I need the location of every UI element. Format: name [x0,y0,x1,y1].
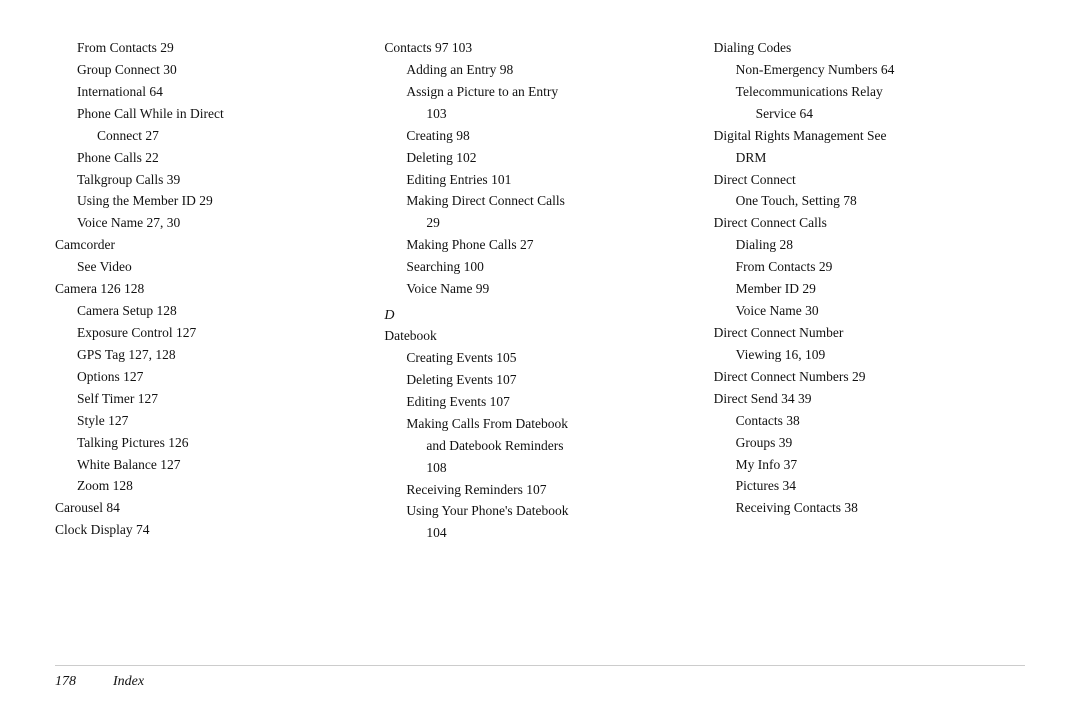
index-entry: 104 [384,523,695,544]
index-entry: Phone Call While in Direct [55,104,366,125]
index-entry: Contacts 38 [714,411,1025,432]
index-entry: Adding an Entry 98 [384,60,695,81]
index-entry: From Contacts 29 [55,38,366,59]
index-entry: Carousel 84 [55,498,366,519]
index-entry: Using Your Phone's Datebook [384,501,695,522]
index-entry: 29 [384,213,695,234]
index-entry: My Info 37 [714,455,1025,476]
index-entry: Direct Connect Numbers 29 [714,367,1025,388]
index-entry: Group Connect 30 [55,60,366,81]
index-entry: Digital Rights Management See [714,126,1025,147]
index-entry: 103 [384,104,695,125]
footer: 178 Index [55,665,1025,690]
index-entry: Voice Name 27, 30 [55,213,366,234]
index-entry: One Touch, Setting 78 [714,191,1025,212]
index-entry: Options 127 [55,367,366,388]
index-entry: Assign a Picture to an Entry [384,82,695,103]
index-entry: Style 127 [55,411,366,432]
index-entry: Telecommunications Relay [714,82,1025,103]
index-entry: Voice Name 99 [384,279,695,300]
index-entry: Deleting Events 107 [384,370,695,391]
index-entry: Making Phone Calls 27 [384,235,695,256]
index-entry: Camera 126 128 [55,279,366,300]
index-entry: Dialing 28 [714,235,1025,256]
index-entry: Exposure Control 127 [55,323,366,344]
index-entry: See Video [55,257,366,278]
index-entry: DRM [714,148,1025,169]
column-2: Contacts 97 103Adding an Entry 98Assign … [384,38,713,655]
index-entry: Using the Member ID 29 [55,191,366,212]
index-entry: International 64 [55,82,366,103]
index-entry: Self Timer 127 [55,389,366,410]
index-entry: Talking Pictures 126 [55,433,366,454]
index-entry: Direct Connect [714,170,1025,191]
index-entry: Receiving Reminders 107 [384,480,695,501]
index-entry: Datebook [384,326,695,347]
column-1: From Contacts 29Group Connect 30Internat… [55,38,384,655]
footer-page-number: 178 [55,674,95,690]
index-entry: Making Direct Connect Calls [384,191,695,212]
index-entry: Creating 98 [384,126,695,147]
index-entry: Camera Setup 128 [55,301,366,322]
page: From Contacts 29Group Connect 30Internat… [0,0,1080,720]
index-entry: Contacts 97 103 [384,38,695,59]
index-entry: Member ID 29 [714,279,1025,300]
column-3: Dialing CodesNon-Emergency Numbers 64Tel… [714,38,1025,655]
index-entry: Searching 100 [384,257,695,278]
index-entry: From Contacts 29 [714,257,1025,278]
section-letter: D [384,308,695,324]
index-entry: and Datebook Reminders [384,436,695,457]
footer-index-label: Index [113,674,144,690]
index-entry: Making Calls From Datebook [384,414,695,435]
index-entry: Direct Connect Number [714,323,1025,344]
content-columns: From Contacts 29Group Connect 30Internat… [55,38,1025,655]
index-entry: Camcorder [55,235,366,256]
index-entry: Clock Display 74 [55,520,366,541]
index-entry: Direct Connect Calls [714,213,1025,234]
index-entry: Pictures 34 [714,476,1025,497]
index-entry: 108 [384,458,695,479]
index-entry: Service 64 [714,104,1025,125]
index-entry: Zoom 128 [55,476,366,497]
index-entry: Deleting 102 [384,148,695,169]
index-entry: Phone Calls 22 [55,148,366,169]
index-entry: Dialing Codes [714,38,1025,59]
index-entry: GPS Tag 127, 128 [55,345,366,366]
index-entry: Viewing 16, 109 [714,345,1025,366]
index-entry: Non-Emergency Numbers 64 [714,60,1025,81]
index-entry: Talkgroup Calls 39 [55,170,366,191]
index-entry: Creating Events 105 [384,348,695,369]
index-entry: Editing Events 107 [384,392,695,413]
index-entry: Voice Name 30 [714,301,1025,322]
index-entry: Editing Entries 101 [384,170,695,191]
index-entry: White Balance 127 [55,455,366,476]
index-entry: Direct Send 34 39 [714,389,1025,410]
index-entry: Receiving Contacts 38 [714,498,1025,519]
index-entry: Groups 39 [714,433,1025,454]
index-entry: Connect 27 [55,126,366,147]
